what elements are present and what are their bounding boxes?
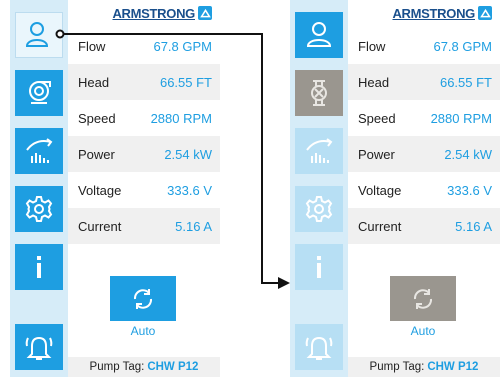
readings-table: Flow 67.8 GPM Head 66.55 FT Speed 2880 R… bbox=[68, 28, 220, 244]
reading-label: Flow bbox=[358, 38, 386, 54]
reading-value: 2880 RPM bbox=[150, 110, 212, 126]
reading-value: 2.54 kW bbox=[164, 146, 212, 162]
nav-user-button[interactable] bbox=[295, 12, 343, 58]
brand-name: ARMSTRONG bbox=[112, 5, 195, 21]
reading-row-voltage: Voltage 333.6 V bbox=[68, 172, 220, 208]
nav-settings-button[interactable] bbox=[295, 186, 343, 232]
auto-mode-label: Auto bbox=[130, 324, 156, 338]
user-icon bbox=[25, 22, 49, 47]
reading-row-head: Head 66.55 FT bbox=[348, 64, 500, 100]
reading-value: 5.16 A bbox=[455, 218, 492, 234]
sidebar-nav bbox=[10, 0, 68, 377]
gear-icon bbox=[305, 196, 333, 222]
reading-label: Head bbox=[78, 74, 110, 90]
pump-tag-value: CHW P12 bbox=[427, 361, 479, 373]
reading-label: Voltage bbox=[78, 182, 122, 198]
bell-icon bbox=[305, 336, 333, 360]
brand-name: ARMSTRONG bbox=[392, 5, 475, 21]
nav-valve-button[interactable] bbox=[295, 70, 343, 116]
sidebar-nav bbox=[290, 0, 348, 377]
auto-mode-button[interactable] bbox=[390, 276, 456, 321]
reading-value: 333.6 V bbox=[167, 182, 212, 198]
pump-tag-label: Pump Tag: bbox=[89, 361, 145, 373]
nav-user-button[interactable] bbox=[15, 12, 63, 58]
bell-icon bbox=[25, 336, 53, 360]
reading-value: 67.8 GPM bbox=[433, 38, 492, 54]
brand-header: ARMSTRONG bbox=[348, 0, 500, 26]
chart-icon bbox=[26, 138, 53, 163]
reading-label: Current bbox=[78, 218, 122, 234]
reading-row-head: Head 66.55 FT bbox=[68, 64, 220, 100]
pump-tag: Pump Tag: CHW P12 bbox=[68, 357, 220, 377]
reading-row-speed: Speed 2880 RPM bbox=[68, 100, 220, 136]
screen-after: ARMSTRONG Flow 67.8 GPM Head 66.55 FT Sp… bbox=[290, 0, 500, 377]
reading-value: 66.55 FT bbox=[439, 74, 492, 90]
nav-alarm-button[interactable] bbox=[295, 324, 343, 370]
chart-icon bbox=[306, 138, 333, 163]
reading-row-power: Power 2.54 kW bbox=[348, 136, 500, 172]
reading-value: 5.16 A bbox=[175, 218, 212, 234]
nav-info-button[interactable] bbox=[15, 244, 63, 290]
refresh-icon bbox=[413, 288, 433, 309]
reading-value: 66.55 FT bbox=[159, 74, 212, 90]
nav-alarm-button[interactable] bbox=[15, 324, 63, 370]
nav-info-button[interactable] bbox=[295, 244, 343, 290]
reading-value: 67.8 GPM bbox=[153, 38, 212, 54]
nav-pump-button[interactable] bbox=[15, 70, 63, 116]
reading-label: Voltage bbox=[358, 182, 402, 198]
pump-tag: Pump Tag: CHW P12 bbox=[348, 357, 500, 377]
pump-tag-label: Pump Tag: bbox=[369, 361, 425, 373]
readings-table: Flow 67.8 GPM Head 66.55 FT Speed 2880 R… bbox=[348, 28, 500, 244]
info-icon bbox=[317, 256, 321, 278]
pump-icon bbox=[29, 81, 51, 104]
reading-row-power: Power 2.54 kW bbox=[68, 136, 220, 172]
reading-row-voltage: Voltage 333.6 V bbox=[348, 172, 500, 208]
reading-row-speed: Speed 2880 RPM bbox=[348, 100, 500, 136]
reading-label: Power bbox=[358, 146, 395, 162]
reading-label: Current bbox=[358, 218, 402, 234]
user-icon bbox=[306, 22, 332, 47]
armstrong-logo-icon bbox=[478, 6, 492, 20]
reading-label: Power bbox=[78, 146, 115, 162]
reading-value: 333.6 V bbox=[447, 182, 492, 198]
reading-value: 2.54 kW bbox=[444, 146, 492, 162]
valve-icon bbox=[311, 80, 327, 106]
gear-icon bbox=[25, 196, 53, 222]
reading-value: 2880 RPM bbox=[430, 110, 492, 126]
reading-label: Speed bbox=[358, 110, 396, 126]
auto-mode-label: Auto bbox=[410, 324, 436, 338]
reading-label: Speed bbox=[78, 110, 116, 126]
reading-row-flow: Flow 67.8 GPM bbox=[348, 28, 500, 64]
reading-row-current: Current 5.16 A bbox=[348, 208, 500, 244]
arrow-head bbox=[278, 277, 290, 289]
reading-label: Flow bbox=[78, 38, 106, 54]
nav-chart-button[interactable] bbox=[15, 128, 63, 174]
screen-before: ARMSTRONG Flow 67.8 GPM Head 66.55 FT Sp… bbox=[10, 0, 220, 377]
auto-mode-button[interactable] bbox=[110, 276, 176, 321]
pump-tag-value: CHW P12 bbox=[147, 361, 199, 373]
armstrong-logo-icon bbox=[198, 6, 212, 20]
brand-header: ARMSTRONG bbox=[68, 0, 220, 26]
refresh-icon bbox=[133, 288, 153, 309]
nav-settings-button[interactable] bbox=[15, 186, 63, 232]
main-panel: ARMSTRONG Flow 67.8 GPM Head 66.55 FT Sp… bbox=[68, 0, 220, 377]
reading-row-flow: Flow 67.8 GPM bbox=[68, 28, 220, 64]
info-icon bbox=[37, 256, 41, 278]
reading-row-current: Current 5.16 A bbox=[68, 208, 220, 244]
reading-label: Head bbox=[358, 74, 390, 90]
nav-chart-button[interactable] bbox=[295, 128, 343, 174]
main-panel: ARMSTRONG Flow 67.8 GPM Head 66.55 FT Sp… bbox=[348, 0, 500, 377]
